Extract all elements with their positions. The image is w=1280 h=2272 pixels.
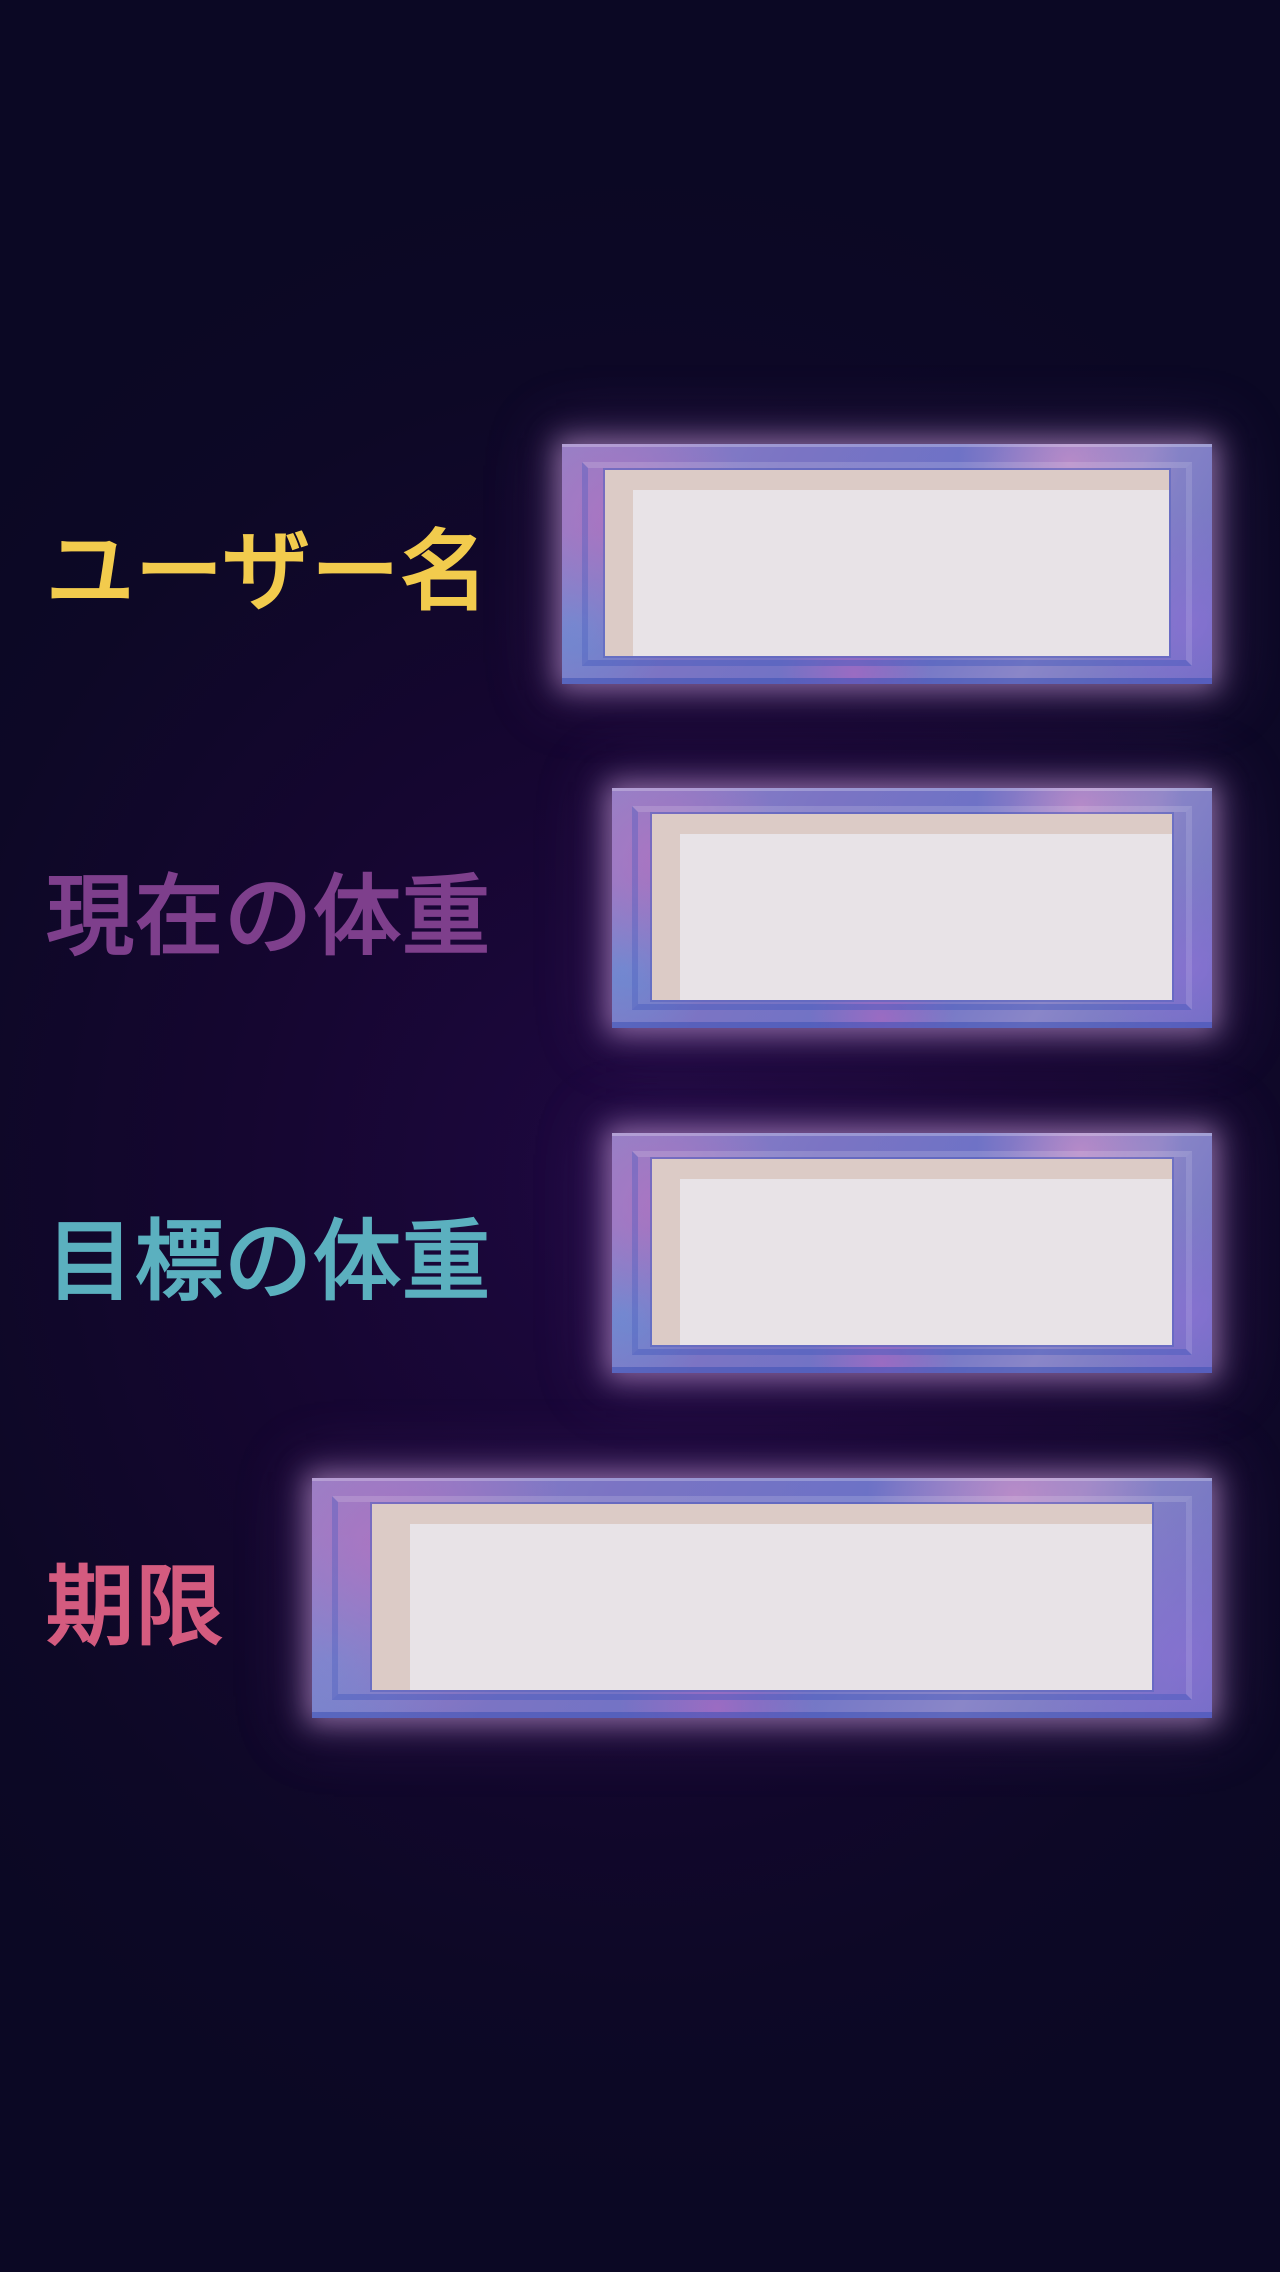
username-frame xyxy=(562,444,1212,684)
label-deadline: 期限 xyxy=(46,1555,225,1658)
current-weight-input-box xyxy=(650,812,1174,1002)
target-weight-input-box xyxy=(650,1157,1174,1347)
current-weight-frame xyxy=(612,788,1212,1028)
current-weight-input[interactable] xyxy=(652,814,1172,1000)
label-username: ユーザー名 xyxy=(46,520,490,623)
label-current-weight: 現在の体重 xyxy=(46,865,492,968)
deadline-frame xyxy=(312,1478,1212,1718)
label-target-weight: 目標の体重 xyxy=(46,1210,492,1313)
field-row-username: ユーザー名 xyxy=(0,440,1280,690)
field-row-current-weight: 現在の体重 xyxy=(0,785,1280,1035)
username-input[interactable] xyxy=(605,470,1169,656)
username-input-box xyxy=(603,468,1171,658)
target-weight-input[interactable] xyxy=(652,1159,1172,1345)
deadline-input-box xyxy=(370,1502,1154,1692)
target-weight-frame xyxy=(612,1133,1212,1373)
deadline-input[interactable] xyxy=(372,1504,1152,1690)
field-row-target-weight: 目標の体重 xyxy=(0,1130,1280,1380)
field-row-deadline: 期限 xyxy=(0,1475,1280,1725)
